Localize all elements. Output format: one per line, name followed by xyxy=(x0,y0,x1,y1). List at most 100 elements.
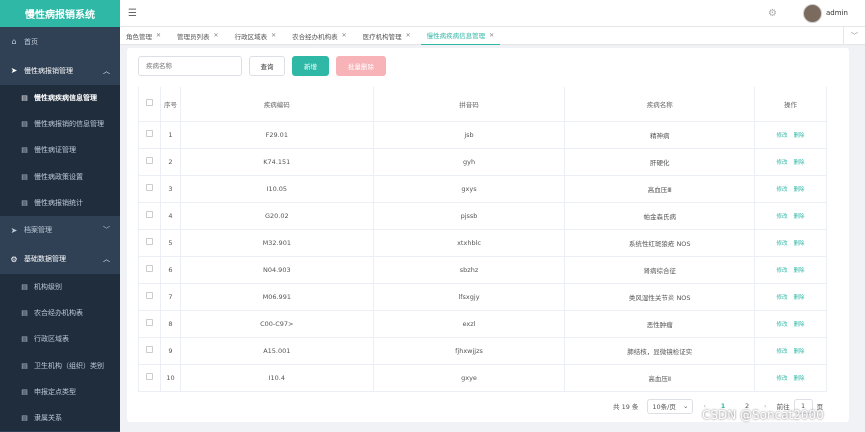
sidebar-item-org-level[interactable]: ▤ 机构级别 xyxy=(0,274,120,300)
row-select-cell[interactable] xyxy=(138,283,161,311)
hamburger-icon[interactable]: ☰ xyxy=(128,8,137,19)
select-all-cell[interactable] xyxy=(138,87,161,122)
edit-link[interactable]: 修改 xyxy=(777,187,788,193)
row-select-cell[interactable] xyxy=(138,256,161,284)
tab-agency[interactable]: 农合经办机构表 ✕ xyxy=(286,27,353,45)
page-size-select[interactable]: 10条/页 ⌄ xyxy=(647,398,694,414)
settings-icon[interactable]: ⚙ xyxy=(768,8,777,19)
close-icon[interactable]: ✕ xyxy=(406,32,411,39)
document-icon: ▤ xyxy=(21,146,28,155)
delete-link[interactable]: 删除 xyxy=(794,268,805,274)
delete-link[interactable]: 删除 xyxy=(794,349,805,355)
row-checkbox[interactable] xyxy=(145,130,153,137)
tab-medical-org[interactable]: 医疗机构管理 ✕ xyxy=(357,27,417,45)
tab-admin-list[interactable]: 管理员列表 ✕ xyxy=(171,27,225,45)
sidebar-item-agency[interactable]: ▤ 农合经办机构表 xyxy=(0,300,120,326)
delete-link[interactable]: 删除 xyxy=(794,133,805,139)
edit-link[interactable]: 修改 xyxy=(777,295,788,301)
sidebar-item-certificate[interactable]: ▤ 慢性病证管理 xyxy=(0,137,120,163)
sidebar-item-disease-info[interactable]: ▤ 慢性病疾病信息管理 xyxy=(0,85,120,111)
sidebar-item-affiliation[interactable]: ▤ 隶属关系 xyxy=(0,405,120,431)
sidebar-item-declare-type[interactable]: ▤ 申报定点类型 xyxy=(0,379,120,405)
sidebar-item-health-org[interactable]: ▤ 卫生机构（组织）类别 xyxy=(0,353,120,379)
close-icon[interactable]: ✕ xyxy=(342,32,347,39)
chevron-down-icon[interactable]: ﹀ xyxy=(843,27,865,45)
edit-link[interactable]: 修改 xyxy=(777,214,788,220)
row-checkbox[interactable] xyxy=(145,157,153,164)
delete-link[interactable]: 删除 xyxy=(794,295,805,301)
close-icon[interactable]: ✕ xyxy=(489,32,494,39)
row-checkbox[interactable] xyxy=(145,292,153,299)
edit-link[interactable]: 修改 xyxy=(777,133,788,139)
row-checkbox[interactable] xyxy=(145,211,153,218)
avatar[interactable] xyxy=(803,4,822,23)
row-select-cell[interactable] xyxy=(138,310,161,338)
row-code: I10.05 xyxy=(180,175,374,203)
submenu-basic-data: ▤ 机构级别 ▤ 农合经办机构表 ▤ 行政区域表 ▤ 卫生机构（组织）类别 ▤ … xyxy=(0,273,120,432)
document-icon: ▤ xyxy=(21,361,28,370)
row-checkbox[interactable] xyxy=(145,319,153,326)
edit-link[interactable]: 修改 xyxy=(777,376,788,382)
row-checkbox[interactable] xyxy=(145,346,153,353)
sidebar-group-chronic[interactable]: ➤ 慢性病报销管理 ︿ xyxy=(0,56,120,85)
row-checkbox[interactable] xyxy=(145,184,153,191)
row-checkbox[interactable] xyxy=(145,373,153,380)
edit-link[interactable]: 修改 xyxy=(777,268,788,274)
sidebar-item-home[interactable]: ⌂ 首页 xyxy=(0,27,120,56)
delete-link[interactable]: 删除 xyxy=(794,187,805,193)
toolbar: 查询 新增 批量删除 xyxy=(138,56,386,76)
query-button[interactable]: 查询 xyxy=(249,56,285,76)
edit-link[interactable]: 修改 xyxy=(777,241,788,247)
sidebar-item-region[interactable]: ▤ 行政区域表 xyxy=(0,326,120,352)
row-select-cell[interactable] xyxy=(138,229,161,257)
close-icon[interactable]: ✕ xyxy=(271,32,276,39)
delete-link[interactable]: 删除 xyxy=(794,322,805,328)
table-row: 4 G20.02 pjssb 帕金森氏病 修改 删除 xyxy=(138,202,827,230)
sidebar-group-archive[interactable]: ➤ 档案管理 ﹀ xyxy=(0,216,120,245)
disease-name-search-input[interactable] xyxy=(138,56,242,76)
close-icon[interactable]: ✕ xyxy=(214,32,219,39)
row-select-cell[interactable] xyxy=(138,337,161,365)
row-code: M32.901 xyxy=(180,229,374,257)
row-no: 5 xyxy=(160,229,181,257)
tab-role[interactable]: 角色管理 ✕ xyxy=(120,27,167,45)
sidebar-group-label: 基础数据管理 xyxy=(24,255,66,264)
row-select-cell[interactable] xyxy=(138,148,161,176)
sidebar-item-reimburse-info[interactable]: ▤ 慢性病报销的信息管理 xyxy=(0,111,120,137)
sidebar-group-basic-data[interactable]: ⚙ 基础数据管理 ︿ xyxy=(0,245,120,274)
delete-link[interactable]: 删除 xyxy=(794,214,805,220)
row-select-cell[interactable] xyxy=(138,364,161,392)
tab-disease-info[interactable]: 慢性病疾病信息管理 ✕ xyxy=(420,27,501,45)
document-icon: ▤ xyxy=(21,413,28,422)
sidebar-item-statistics[interactable]: ▤ 慢性病报销统计 xyxy=(0,190,120,216)
edit-link[interactable]: 修改 xyxy=(777,160,788,166)
row-no: 7 xyxy=(160,283,181,311)
row-select-cell[interactable] xyxy=(138,121,161,149)
delete-link[interactable]: 删除 xyxy=(794,241,805,247)
row-select-cell[interactable] xyxy=(138,175,161,203)
document-icon: ▤ xyxy=(21,309,28,318)
add-button[interactable]: 新增 xyxy=(292,56,329,76)
row-checkbox[interactable] xyxy=(145,238,153,245)
edit-link[interactable]: 修改 xyxy=(777,349,788,355)
sidebar-item-policy[interactable]: ▤ 慢性病政策设置 xyxy=(0,164,120,190)
row-actions: 修改 删除 xyxy=(754,337,827,365)
document-icon: ▤ xyxy=(21,172,28,181)
row-disease-name: 精神病 xyxy=(564,121,756,149)
edit-link[interactable]: 修改 xyxy=(777,322,788,328)
tab-region[interactable]: 行政区域表 ✕ xyxy=(229,27,283,45)
chevron-up-icon: ︿ xyxy=(103,66,110,75)
row-actions: 修改 删除 xyxy=(754,364,827,392)
page-size-value: 10条/页 xyxy=(652,403,676,411)
delete-link[interactable]: 删除 xyxy=(794,376,805,382)
username[interactable]: admin xyxy=(826,9,848,17)
row-code: K74.151 xyxy=(180,148,374,176)
row-checkbox[interactable] xyxy=(145,265,153,272)
delete-link[interactable]: 删除 xyxy=(794,160,805,166)
row-select-cell[interactable] xyxy=(138,202,161,230)
batch-delete-button[interactable]: 批量删除 xyxy=(336,56,386,76)
select-all-checkbox[interactable] xyxy=(145,99,153,107)
table-header-row: 序号 疾病编码 拼音码 疾病名称 操作 xyxy=(138,87,827,122)
close-icon[interactable]: ✕ xyxy=(156,32,161,39)
sidebar-item-label: 慢性病报销统计 xyxy=(34,198,83,207)
